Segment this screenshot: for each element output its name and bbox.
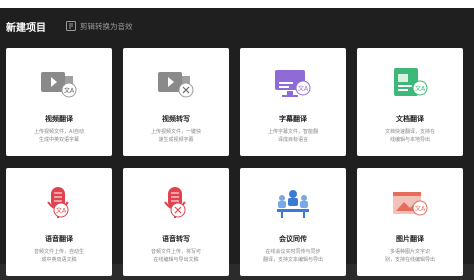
card-name: 字幕翻译 bbox=[279, 115, 307, 123]
card-desc: 文档快速翻译，支持在 线编辑与本地导出 bbox=[384, 129, 435, 143]
convert-icon bbox=[66, 21, 76, 31]
convert-link-label: 剪辑转换为音效 bbox=[80, 21, 133, 31]
card-voice-translate[interactable]: 文A 语音翻译 音频文件上传，自动生 成中英双语文稿 bbox=[6, 168, 112, 276]
svg-text:文A: 文A bbox=[64, 87, 75, 95]
meeting-interpret-icon bbox=[277, 190, 309, 218]
card-name: 图片翻译 bbox=[396, 235, 424, 243]
card-name: 语音转写 bbox=[162, 235, 190, 243]
svg-text:文A: 文A bbox=[56, 207, 67, 215]
voice-transcribe-icon bbox=[164, 187, 186, 218]
card-name: 视频转写 bbox=[162, 115, 190, 123]
card-desc: 上传视频文件，AI自动 生成中英双语字幕 bbox=[34, 129, 84, 143]
card-subtitle-translate[interactable]: 文A 字幕翻译 上传字幕文件，智能翻 译成目标语言 bbox=[240, 48, 346, 156]
card-desc: 音频文件上传，自动生 成中英双语文稿 bbox=[33, 249, 84, 263]
card-name: 语音翻译 bbox=[45, 235, 73, 243]
card-desc: 在线会议实时同传与同步 翻译，支持文本编辑与导出 bbox=[262, 249, 323, 263]
card-desc: 上传视频文件，一键快 速生成视频字幕 bbox=[150, 129, 201, 143]
document-translate-icon: 文A bbox=[394, 68, 428, 96]
voice-translate-icon: 文A bbox=[47, 187, 69, 218]
card-video-translate[interactable]: 文A 视频翻译 上传视频文件，AI自动 生成中英双语字幕 bbox=[6, 48, 112, 156]
card-name: 文档翻译 bbox=[396, 115, 424, 123]
card-video-transcribe[interactable]: 视频转写 上传视频文件，一键快 速生成视频字幕 bbox=[123, 48, 229, 156]
card-meeting-interpret[interactable]: 会议同传 在线会议实时同传与同步 翻译，支持文本编辑与导出 bbox=[240, 168, 346, 276]
new-project-modal: 新建项目 剪辑转换为音效 文A 视频翻译 上传视频文件，AI自动 生成中英双语字… bbox=[0, 8, 474, 276]
video-translate-icon: 文A bbox=[41, 72, 77, 98]
card-name: 会议同传 bbox=[279, 235, 307, 243]
svg-text:文A: 文A bbox=[415, 205, 426, 213]
svg-text:文A: 文A bbox=[298, 85, 309, 93]
card-desc: 上传字幕文件，智能翻 译成目标语言 bbox=[267, 129, 318, 143]
card-desc: 音频文件上传，将写可 在线编辑与导出文稿 bbox=[150, 249, 201, 263]
card-name: 视频翻译 bbox=[45, 115, 73, 123]
card-desc: 多语种图片文字识 别，支持在线编辑导出 bbox=[384, 249, 435, 263]
image-translate-icon: 文A bbox=[393, 192, 428, 216]
card-image-translate[interactable]: 文A 图片翻译 多语种图片文字识 别，支持在线编辑导出 bbox=[357, 168, 463, 276]
video-transcribe-icon bbox=[158, 72, 194, 98]
card-document-translate[interactable]: 文A 文档翻译 文档快速翻译，支持在 线编辑与本地导出 bbox=[357, 48, 463, 156]
convert-link[interactable]: 剪辑转换为音效 bbox=[66, 19, 133, 33]
project-type-grid: 文A 视频翻译 上传视频文件，AI自动 生成中英双语字幕 视频转写 上传视频文件… bbox=[6, 48, 474, 280]
svg-text:文A: 文A bbox=[415, 85, 426, 93]
modal-title: 新建项目 bbox=[6, 23, 46, 34]
subtitle-translate-icon: 文A bbox=[275, 70, 311, 97]
card-voice-transcribe[interactable]: 语音转写 音频文件上传，将写可 在线编辑与导出文稿 bbox=[123, 168, 229, 276]
